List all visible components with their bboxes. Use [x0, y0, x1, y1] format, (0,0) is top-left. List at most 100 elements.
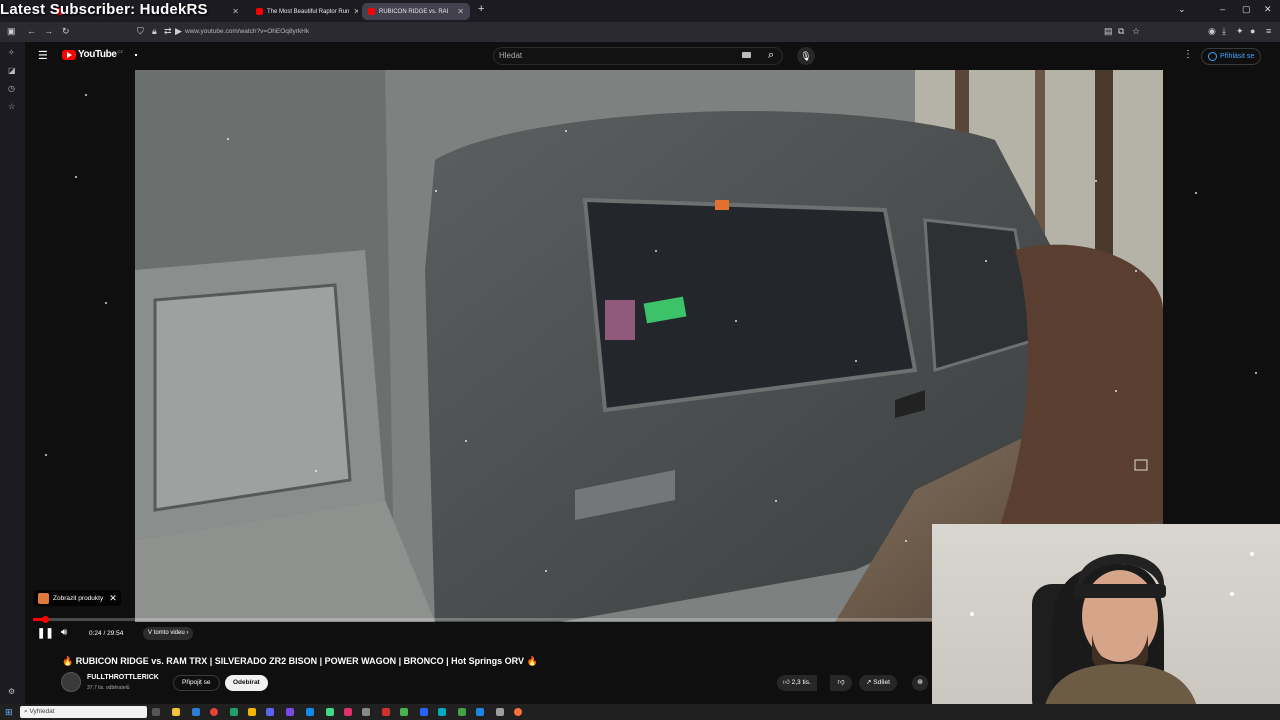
- app-icon-4[interactable]: [266, 708, 274, 716]
- lock-icon: 🔒︎: [152, 26, 157, 36]
- tab-list-icon[interactable]: ⌄: [1178, 4, 1186, 15]
- sidebar-bookmarks-icon[interactable]: ☆: [8, 102, 15, 111]
- firefox-icon[interactable]: [514, 708, 522, 716]
- chapters-button[interactable]: V tomto videu ›: [143, 627, 194, 640]
- menu-icon[interactable]: ≡: [1266, 26, 1271, 36]
- close-products-icon[interactable]: ✕: [109, 593, 117, 604]
- media-icon[interactable]: ▶: [175, 26, 182, 37]
- progress-scrubber[interactable]: [42, 616, 50, 623]
- save-icon: ⊕: [917, 679, 923, 686]
- more-options-icon[interactable]: ⋮: [1183, 49, 1193, 60]
- app-icon-16[interactable]: [496, 708, 504, 716]
- show-products-button[interactable]: Zobrazit produkty ✕: [34, 590, 121, 606]
- file-explorer-icon[interactable]: [172, 708, 180, 716]
- share-label: Sdílet: [873, 679, 890, 686]
- sidebar-toggle-icon[interactable]: ▣: [7, 26, 16, 37]
- youtube-favicon-icon: [368, 8, 375, 15]
- reload-icon[interactable]: ↻: [62, 26, 70, 37]
- permissions-icon[interactable]: ⇄: [164, 26, 172, 37]
- keyboard-icon[interactable]: [742, 52, 751, 58]
- save-button[interactable]: ⊕: [912, 675, 928, 691]
- youtube-header: ☰ YouTube CZ Hledat ⌕ 🎙︎ ⋮ Přihlásit se: [25, 42, 1280, 70]
- app-icon-7[interactable]: [326, 708, 334, 716]
- product-thumbnail-icon: [38, 592, 49, 604]
- time-display: 0:24 / 29:54: [89, 630, 124, 637]
- subscribe-button[interactable]: Odebírat: [225, 675, 268, 691]
- pause-icon[interactable]: ❚❚: [37, 628, 54, 639]
- signin-button[interactable]: Přihlásit se: [1201, 48, 1262, 65]
- app-icon-13[interactable]: [438, 708, 446, 716]
- app-icon-2[interactable]: [230, 708, 238, 716]
- show-products-label: Zobrazit produkty: [53, 594, 104, 602]
- browser-tab-active[interactable]: RUBICON RIDGE vs. RAI ✕: [362, 3, 470, 20]
- minimize-button[interactable]: –: [1220, 4, 1225, 14]
- app-icon-14[interactable]: [458, 708, 466, 716]
- youtube-favicon-icon: [256, 8, 263, 15]
- search-icon[interactable]: ⌕: [768, 49, 774, 62]
- shield-icon[interactable]: ⛉: [137, 26, 144, 37]
- join-button[interactable]: Připojit se: [173, 675, 220, 691]
- app-icon-1[interactable]: [192, 708, 200, 716]
- address-bar[interactable]: www.youtube.com/watch?v=OhEOq8yrkHk: [185, 26, 309, 38]
- forward-icon[interactable]: →: [44, 26, 53, 36]
- picture-in-picture-icon[interactable]: ⧉: [1118, 26, 1124, 37]
- youtube-play-logo-icon: [62, 49, 76, 60]
- browser-tab-2[interactable]: The Most Beautiful Raptor Run ✕: [250, 3, 358, 20]
- sidebar-pocket-icon[interactable]: ◪: [8, 66, 16, 75]
- task-view-icon[interactable]: [152, 708, 160, 716]
- app-icon-3[interactable]: [248, 708, 256, 716]
- youtube-logo-region: CZ: [117, 49, 123, 54]
- share-button[interactable]: ↗ Sdílet: [859, 675, 897, 691]
- app-icon-6[interactable]: [306, 708, 314, 716]
- start-icon[interactable]: ⊞: [5, 707, 13, 718]
- video-title: 🔥 RUBICON RIDGE vs. RAM TRX | SILVERADO …: [62, 656, 538, 666]
- extensions-icon[interactable]: ✦: [1236, 26, 1244, 37]
- youtube-logo[interactable]: YouTube CZ: [62, 49, 123, 60]
- browser-sidebar: ✧ ◪ ◷ ☆ ⚙: [0, 42, 25, 704]
- app-icon-15[interactable]: [476, 708, 484, 716]
- new-tab-button[interactable]: +: [478, 3, 484, 15]
- user-icon: [1208, 52, 1217, 61]
- close-tab-icon[interactable]: ✕: [453, 7, 464, 16]
- chapters-label: V tomto videu: [148, 630, 185, 636]
- search-input[interactable]: Hledat: [493, 47, 783, 65]
- app-icon-12[interactable]: [420, 708, 428, 716]
- progress-bar[interactable]: [33, 616, 933, 623]
- account-icon[interactable]: ◉: [1208, 26, 1216, 37]
- chrome-icon[interactable]: [210, 708, 218, 716]
- snow-dot: [135, 54, 137, 56]
- channel-avatar[interactable]: [61, 672, 81, 692]
- channel-name[interactable]: FULLTHROTTLERICK: [87, 674, 159, 681]
- like-button[interactable]: 👍︎ 2,3 tis.: [777, 675, 817, 691]
- extension-icon[interactable]: ●: [1250, 26, 1255, 36]
- close-tab-icon[interactable]: ✕: [349, 7, 358, 16]
- browser-nav-bar: ▣ ← → ↻ ⛉ 🔒︎ ⇄ ▶ www.youtube.com/watch?v…: [0, 22, 1280, 42]
- thumbs-down-icon: 👎︎: [837, 679, 845, 686]
- microphone-icon[interactable]: 🎙︎: [797, 47, 815, 65]
- like-count: 2,3 tis.: [791, 679, 811, 686]
- maximize-button[interactable]: ▢: [1242, 4, 1251, 15]
- app-icon-5[interactable]: [286, 708, 294, 716]
- app-icon-10[interactable]: [382, 708, 390, 716]
- sidebar-history-icon[interactable]: ◷: [8, 84, 15, 93]
- downloads-icon[interactable]: ⤓: [1222, 26, 1226, 37]
- app-icon-8[interactable]: [344, 708, 352, 716]
- app-icon-11[interactable]: [400, 708, 408, 716]
- volume-icon[interactable]: 🔊︎: [61, 627, 67, 638]
- taskbar-search-label: Vyhledat: [29, 708, 55, 715]
- stream-overlay-text: Latest Subscriber: HudekRS: [0, 1, 208, 18]
- tab-label: The Most Beautiful Raptor Run: [267, 8, 350, 15]
- taskbar-search[interactable]: ⌕ Vyhledat: [20, 706, 147, 718]
- webcam-person-image: [970, 552, 1254, 720]
- reader-view-icon[interactable]: ▤: [1104, 26, 1113, 37]
- hamburger-menu-icon[interactable]: ☰: [38, 49, 48, 62]
- bookmark-star-icon[interactable]: ☆: [1132, 26, 1140, 37]
- back-icon[interactable]: ←: [27, 26, 36, 36]
- close-tab-icon[interactable]: ✕: [228, 7, 239, 16]
- chevron-right-icon: ›: [186, 630, 189, 636]
- sidebar-settings-icon[interactable]: ⚙: [8, 687, 15, 696]
- dislike-button[interactable]: 👎︎: [830, 675, 852, 691]
- app-icon-9[interactable]: [362, 708, 370, 716]
- close-window-button[interactable]: ✕: [1264, 4, 1272, 15]
- sidebar-ai-icon[interactable]: ✧: [8, 48, 15, 57]
